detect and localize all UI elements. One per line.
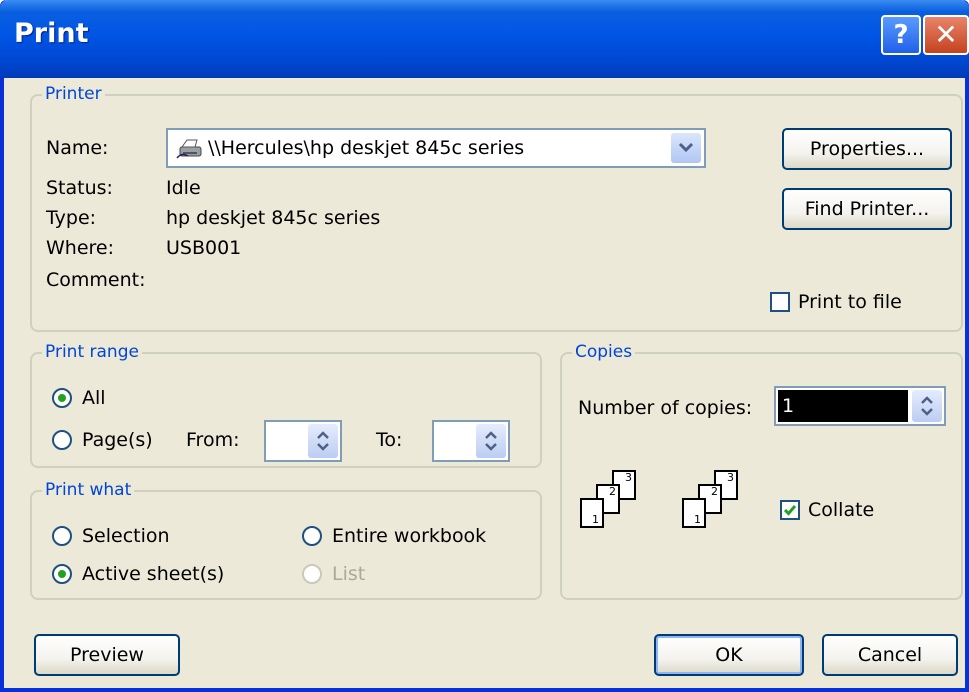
properties-button[interactable]: Properties...	[782, 128, 952, 170]
close-button[interactable]: ✕	[923, 15, 969, 55]
list-label: List	[332, 563, 366, 585]
printer-legend: Printer	[42, 83, 105, 105]
to-label: To:	[376, 429, 403, 451]
collate-pages-icon: 3 2 1	[580, 470, 640, 536]
type-label: Type:	[46, 207, 97, 229]
chevron-down-icon[interactable]	[671, 133, 701, 163]
find-printer-button[interactable]: Find Printer...	[782, 188, 952, 230]
pages-radio[interactable]	[52, 430, 72, 450]
collate-label[interactable]: Collate	[808, 498, 874, 522]
copies-value[interactable]: 1	[778, 390, 908, 422]
printer-select[interactable]: \\Hercules\hp deskjet 845c series	[166, 128, 706, 168]
print-range-legend: Print range	[42, 341, 142, 363]
active-sheets-radio[interactable]	[52, 564, 72, 584]
radio-dot	[58, 394, 66, 402]
copies-legend: Copies	[572, 341, 636, 363]
checkmark-icon	[783, 505, 797, 516]
collate-page-1: 1	[580, 498, 604, 528]
to-stepper[interactable]	[432, 420, 510, 462]
help-button[interactable]: ?	[881, 15, 921, 55]
name-label: Name:	[46, 137, 109, 159]
from-label: From:	[186, 429, 240, 451]
printer-name-value: \\Hercules\hp deskjet 845c series	[208, 137, 525, 159]
spinner-arrows-icon[interactable]	[476, 424, 506, 458]
radio-dot	[58, 570, 66, 578]
print-what-group: Print what Selection Entire workbook Act…	[30, 479, 542, 600]
title-bar: Print ? ✕	[0, 0, 969, 78]
number-of-copies-label: Number of copies:	[578, 397, 753, 419]
print-to-file-label[interactable]: Print to file	[798, 290, 902, 314]
status-label: Status:	[46, 177, 113, 199]
collate-page-1: 1	[682, 498, 706, 528]
copies-group: Copies Number of copies: 1 3 2 1 3 2 1 C…	[560, 341, 963, 600]
all-label[interactable]: All	[82, 386, 106, 410]
print-dialog: Print ? ✕ Printer Name: \\Hercules\hp de…	[0, 0, 969, 692]
status-value: Idle	[166, 177, 201, 199]
preview-button[interactable]: Preview	[34, 634, 180, 676]
all-radio[interactable]	[52, 388, 72, 408]
selection-label[interactable]: Selection	[82, 524, 170, 548]
where-value: USB001	[166, 237, 242, 259]
printer-icon	[176, 137, 204, 159]
copies-stepper[interactable]: 1	[774, 386, 946, 426]
entire-workbook-label[interactable]: Entire workbook	[332, 524, 486, 548]
printer-group: Printer Name: \\Hercules\hp deskjet 845c…	[30, 83, 963, 332]
print-to-file-checkbox[interactable]	[770, 292, 790, 312]
spinner-arrows-icon[interactable]	[308, 424, 338, 458]
active-sheets-label[interactable]: Active sheet(s)	[82, 562, 224, 586]
entire-workbook-radio[interactable]	[302, 526, 322, 546]
dialog-title: Print	[14, 18, 89, 49]
pages-label[interactable]: Page(s)	[82, 428, 153, 452]
ok-button[interactable]: OK	[654, 634, 804, 676]
comment-label: Comment:	[46, 269, 146, 291]
collate-checkbox[interactable]	[780, 500, 800, 520]
print-what-legend: Print what	[42, 479, 135, 501]
where-label: Where:	[46, 237, 115, 259]
print-range-group: Print range All Page(s) From: To:	[30, 341, 542, 468]
collate-pages-icon: 3 2 1	[682, 470, 742, 536]
list-radio	[302, 564, 322, 584]
type-value: hp deskjet 845c series	[166, 207, 381, 229]
selection-radio[interactable]	[52, 526, 72, 546]
from-stepper[interactable]	[264, 420, 342, 462]
cancel-button[interactable]: Cancel	[822, 634, 958, 676]
spinner-arrows-icon[interactable]	[912, 390, 942, 422]
